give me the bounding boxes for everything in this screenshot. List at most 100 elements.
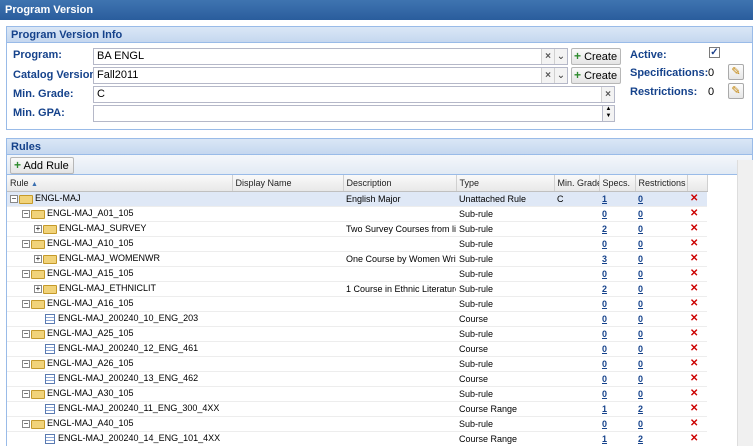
type-cell[interactable]: Sub-rule — [456, 236, 554, 252]
table-row[interactable]: ENGL-MAJ_200240_11_ENG_300_4XX Course Ran… — [7, 401, 707, 417]
rule-cell[interactable]: + ENGL-MAJ_ETHNICLIT — [7, 281, 232, 297]
specs-link[interactable]: 3 — [602, 254, 607, 264]
collapse-toggle-icon[interactable]: − — [22, 240, 30, 249]
display-name-cell[interactable] — [232, 371, 343, 387]
delete-icon[interactable]: ✕ — [690, 343, 698, 354]
delete-icon[interactable]: ✕ — [690, 433, 698, 444]
table-row[interactable]: − ENGL-MAJ_A10_105 Sub-rule 0 0 ✕ — [7, 236, 707, 252]
type-cell[interactable]: Unattached Rule — [456, 191, 554, 207]
column-header-type[interactable]: Type — [456, 175, 555, 192]
min-grade-cell[interactable] — [554, 326, 599, 342]
collapse-toggle-icon[interactable]: − — [10, 195, 18, 204]
description-cell[interactable]: One Course by Women Writers — [343, 251, 456, 267]
display-name-cell[interactable] — [232, 281, 343, 297]
table-row[interactable]: − ENGL-MAJ_A01_105 Sub-rule 0 0 ✕ — [7, 206, 707, 222]
table-row[interactable]: − ENGL-MAJ English Major Unattached Rule C 1 0… — [7, 191, 707, 207]
description-cell[interactable] — [343, 386, 456, 402]
description-cell[interactable] — [343, 326, 456, 342]
specs-link[interactable]: 0 — [602, 239, 607, 249]
restrictions-link[interactable]: 0 — [638, 329, 643, 339]
restrictions-link[interactable]: 0 — [638, 284, 643, 294]
specs-link[interactable]: 1 — [602, 194, 607, 204]
column-header-display-name[interactable]: Display Name — [232, 175, 344, 192]
restrictions-link[interactable]: 2 — [638, 404, 643, 414]
type-cell[interactable]: Course — [456, 311, 554, 327]
description-cell[interactable] — [343, 296, 456, 312]
restrictions-link[interactable]: 0 — [638, 314, 643, 324]
type-cell[interactable]: Sub-rule — [456, 296, 554, 312]
description-cell[interactable] — [343, 236, 456, 252]
description-cell[interactable] — [343, 371, 456, 387]
delete-icon[interactable]: ✕ — [690, 253, 698, 264]
description-cell[interactable] — [343, 416, 456, 432]
description-cell[interactable]: 1 Course in Ethnic Literature — [343, 281, 456, 297]
collapse-toggle-icon[interactable]: − — [22, 360, 30, 369]
rule-cell[interactable]: − ENGL-MAJ_A15_105 — [7, 266, 232, 282]
type-cell[interactable]: Sub-rule — [456, 251, 554, 267]
rule-cell[interactable]: − ENGL-MAJ_A30_105 — [7, 386, 232, 402]
rule-cell[interactable]: + ENGL-MAJ_SURVEY — [7, 221, 232, 237]
min-grade-cell[interactable] — [554, 311, 599, 327]
specs-link[interactable]: 0 — [602, 419, 607, 429]
description-cell[interactable] — [343, 401, 456, 417]
min-grade-cell[interactable] — [554, 266, 599, 282]
delete-icon[interactable]: ✕ — [690, 223, 698, 234]
min-grade-cell[interactable] — [554, 386, 599, 402]
table-row[interactable]: − ENGL-MAJ_A26_105 Sub-rule 0 0 ✕ — [7, 356, 707, 372]
min-grade-clear-icon[interactable]: × — [601, 87, 614, 102]
description-cell[interactable]: Two Survey Courses from list — [343, 221, 456, 237]
display-name-cell[interactable] — [232, 191, 343, 207]
type-cell[interactable]: Sub-rule — [456, 386, 554, 402]
description-cell[interactable] — [343, 341, 456, 357]
rule-cell[interactable]: + ENGL-MAJ_WOMENWR — [7, 251, 232, 267]
column-header-min-grade[interactable]: Min. Grade — [554, 175, 600, 192]
type-cell[interactable]: Course Range — [456, 431, 554, 446]
column-header-description[interactable]: Description — [343, 175, 457, 192]
min-grade-cell[interactable] — [554, 356, 599, 372]
table-row[interactable]: − ENGL-MAJ_A30_105 Sub-rule 0 0 ✕ — [7, 386, 707, 402]
type-cell[interactable]: Sub-rule — [456, 206, 554, 222]
min-grade-cell[interactable] — [554, 236, 599, 252]
add-rule-button[interactable]: + Add Rule — [10, 157, 74, 174]
min-grade-cell[interactable] — [554, 371, 599, 387]
program-clear-icon[interactable]: × — [541, 49, 554, 64]
restrictions-link[interactable]: 0 — [638, 389, 643, 399]
type-cell[interactable]: Sub-rule — [456, 416, 554, 432]
table-row[interactable]: + ENGL-MAJ_ETHNICLIT 1 Course in Ethnic Li… — [7, 281, 707, 297]
rule-cell[interactable]: ENGL-MAJ_200240_13_ENG_462 — [7, 371, 232, 387]
column-header-rule[interactable]: Rule ▲ — [7, 175, 233, 192]
collapse-toggle-icon[interactable]: − — [22, 390, 30, 399]
table-row[interactable]: − ENGL-MAJ_A40_105 Sub-rule 0 0 ✕ — [7, 416, 707, 432]
table-row[interactable]: ENGL-MAJ_200240_10_ENG_203 Course 0 0 ✕ — [7, 311, 707, 327]
delete-icon[interactable]: ✕ — [690, 373, 698, 384]
rule-cell[interactable]: − ENGL-MAJ_A40_105 — [7, 416, 232, 432]
description-cell[interactable] — [343, 266, 456, 282]
restrictions-link[interactable]: 0 — [638, 299, 643, 309]
display-name-cell[interactable] — [232, 356, 343, 372]
delete-icon[interactable]: ✕ — [690, 238, 698, 249]
restrictions-link[interactable]: 0 — [638, 209, 643, 219]
display-name-cell[interactable] — [232, 326, 343, 342]
description-cell[interactable] — [343, 356, 456, 372]
specs-link[interactable]: 0 — [602, 389, 607, 399]
delete-icon[interactable]: ✕ — [690, 328, 698, 339]
display-name-cell[interactable] — [232, 431, 343, 446]
specs-link[interactable]: 0 — [602, 209, 607, 219]
expand-toggle-icon[interactable]: + — [34, 225, 42, 234]
description-cell[interactable] — [343, 206, 456, 222]
delete-icon[interactable]: ✕ — [690, 193, 698, 204]
min-grade-cell[interactable] — [554, 416, 599, 432]
expand-toggle-icon[interactable]: + — [34, 285, 42, 294]
rule-cell[interactable]: − ENGL-MAJ_A26_105 — [7, 356, 232, 372]
specs-link[interactable]: 1 — [602, 404, 607, 414]
spin-down-icon[interactable]: ▼ — [603, 113, 614, 120]
display-name-cell[interactable] — [232, 401, 343, 417]
type-cell[interactable]: Course Range — [456, 401, 554, 417]
rule-cell[interactable]: ENGL-MAJ_200240_11_ENG_300_4XX — [7, 401, 232, 417]
restrictions-link[interactable]: 0 — [638, 269, 643, 279]
table-row[interactable]: ENGL-MAJ_200240_14_ENG_101_4XX Course Ran… — [7, 431, 707, 446]
type-cell[interactable]: Sub-rule — [456, 281, 554, 297]
display-name-cell[interactable] — [232, 341, 343, 357]
restrictions-link[interactable]: 0 — [638, 374, 643, 384]
rule-cell[interactable]: − ENGL-MAJ_A16_105 — [7, 296, 232, 312]
